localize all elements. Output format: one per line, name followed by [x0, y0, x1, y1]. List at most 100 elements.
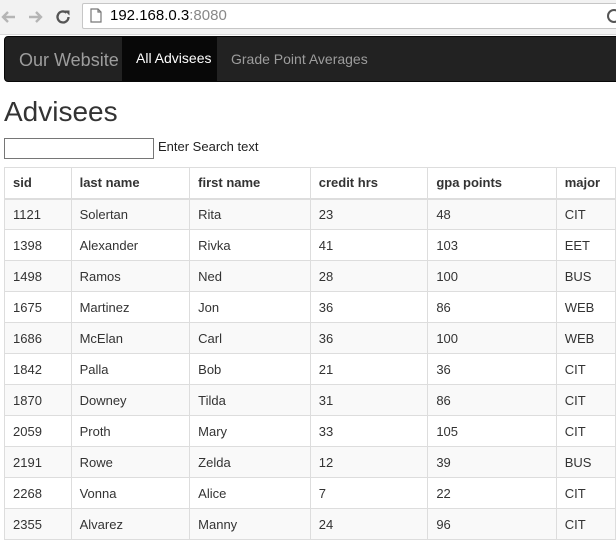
- cell-first-name: Manny: [189, 508, 311, 540]
- cell-credit-hrs: 36: [309, 291, 429, 323]
- search-label: Enter Search text: [158, 139, 259, 154]
- cell-first-name: Tilda: [189, 384, 311, 416]
- cell-gpa-points: 39: [427, 446, 557, 478]
- cell-major: CIT: [555, 508, 616, 540]
- cell-last-name: Alvarez: [70, 508, 191, 540]
- url-host: 192.168.0.3: [110, 7, 190, 24]
- reload-button[interactable]: [52, 6, 74, 28]
- cell-first-name: Jon: [189, 291, 311, 323]
- cell-sid: 1842: [4, 353, 72, 385]
- cell-credit-hrs: 12: [309, 446, 429, 478]
- cell-major: BUS: [555, 446, 616, 478]
- cell-sid: 1121: [4, 198, 72, 230]
- nav-item-label: All Advisees: [136, 50, 212, 66]
- cell-credit-hrs: 24: [309, 508, 429, 540]
- back-button[interactable]: [0, 6, 20, 28]
- cell-major: CIT: [555, 477, 616, 509]
- cell-credit-hrs: 28: [309, 260, 429, 292]
- navbar-brand[interactable]: Our Website: [19, 50, 119, 71]
- cell-last-name: Solertan: [70, 198, 191, 230]
- cell-sid: 2059: [4, 415, 72, 447]
- cell-gpa-points: 86: [427, 291, 557, 323]
- url-port: :8080: [189, 7, 227, 24]
- forward-arrow-icon: [29, 11, 43, 23]
- cell-major: WEB: [555, 291, 616, 323]
- table-row: 1498 Ramos Ned 28 100 BUS: [4, 260, 616, 292]
- cell-sid: 2355: [4, 508, 72, 540]
- page-icon: [90, 8, 102, 23]
- cell-first-name: Alice: [189, 477, 311, 509]
- cell-first-name: Rita: [189, 198, 311, 230]
- cell-sid: 1686: [4, 322, 72, 354]
- cell-credit-hrs: 23: [309, 198, 429, 230]
- cell-last-name: Rowe: [70, 446, 191, 478]
- nav-item-all-advisees[interactable]: All Advisees: [122, 36, 217, 82]
- reload-icon: [56, 10, 70, 24]
- cell-first-name: Rivka: [189, 229, 311, 261]
- nav-item-grade-point-averages[interactable]: Grade Point Averages: [231, 51, 368, 67]
- table-row: 1842 Palla Bob 21 36 CIT: [4, 353, 616, 385]
- cell-last-name: Proth: [70, 415, 191, 447]
- cell-last-name: Downey: [70, 384, 191, 416]
- table-row: 2268 Vonna Alice 7 22 CIT: [4, 477, 616, 509]
- cell-gpa-points: 22: [427, 477, 557, 509]
- cell-sid: 2268: [4, 477, 72, 509]
- table-row: 1686 McElan Carl 36 100 WEB: [4, 322, 616, 354]
- cell-gpa-points: 100: [427, 322, 557, 354]
- table-header-row: sid last name first name credit hrs gpa …: [4, 167, 616, 200]
- menu-icon[interactable]: [606, 8, 616, 24]
- cell-last-name: Alexander: [70, 229, 191, 261]
- cell-sid: 1675: [4, 291, 72, 323]
- table-row: 1398 Alexander Rivka 41 103 EET: [4, 229, 616, 261]
- cell-last-name: Palla: [70, 353, 191, 385]
- back-arrow-icon: [1, 11, 15, 23]
- cell-major: CIT: [555, 415, 616, 447]
- cell-last-name: McElan: [70, 322, 191, 354]
- cell-last-name: Ramos: [70, 260, 191, 292]
- url-text: 192.168.0.3:8080: [110, 7, 227, 24]
- cell-credit-hrs: 31: [309, 384, 429, 416]
- cell-credit-hrs: 41: [309, 229, 429, 261]
- column-header-last-name[interactable]: last name: [70, 167, 191, 200]
- site-navbar: Our Website All Advisees Grade Point Ave…: [4, 36, 616, 82]
- cell-gpa-points: 48: [427, 198, 557, 230]
- cell-gpa-points: 86: [427, 384, 557, 416]
- cell-first-name: Carl: [189, 322, 311, 354]
- cell-sid: 1398: [4, 229, 72, 261]
- cell-sid: 1498: [4, 260, 72, 292]
- column-header-sid[interactable]: sid: [4, 167, 72, 200]
- table-row: 2059 Proth Mary 33 105 CIT: [4, 415, 616, 447]
- cell-major: WEB: [555, 322, 616, 354]
- table-row: 1870 Downey Tilda 31 86 CIT: [4, 384, 616, 416]
- cell-first-name: Mary: [189, 415, 311, 447]
- advisees-table: sid last name first name credit hrs gpa …: [4, 167, 616, 540]
- cell-last-name: Vonna: [70, 477, 191, 509]
- address-bar[interactable]: 192.168.0.3:8080: [82, 3, 616, 29]
- cell-major: EET: [555, 229, 616, 261]
- column-header-first-name[interactable]: first name: [189, 167, 311, 200]
- table-row: 2355 Alvarez Manny 24 96 CIT: [4, 508, 616, 540]
- cell-sid: 1870: [4, 384, 72, 416]
- table-row: 1675 Martinez Jon 36 86 WEB: [4, 291, 616, 323]
- page-title: Advisees: [4, 96, 118, 127]
- table-row: 1121 Solertan Rita 23 48 CIT: [4, 198, 616, 230]
- cell-credit-hrs: 33: [309, 415, 429, 447]
- cell-last-name: Martinez: [70, 291, 191, 323]
- cell-first-name: Ned: [189, 260, 311, 292]
- cell-gpa-points: 100: [427, 260, 557, 292]
- table-row: 2191 Rowe Zelda 12 39 BUS: [4, 446, 616, 478]
- column-header-credit-hrs[interactable]: credit hrs: [309, 167, 429, 200]
- cell-gpa-points: 36: [427, 353, 557, 385]
- column-header-gpa-points[interactable]: gpa points: [427, 167, 557, 200]
- cell-credit-hrs: 21: [309, 353, 429, 385]
- cell-major: CIT: [555, 384, 616, 416]
- cell-sid: 2191: [4, 446, 72, 478]
- cell-gpa-points: 105: [427, 415, 557, 447]
- search-input[interactable]: [4, 138, 154, 159]
- column-header-major[interactable]: major: [555, 167, 616, 200]
- cell-major: CIT: [555, 198, 616, 230]
- cell-credit-hrs: 7: [309, 477, 429, 509]
- browser-toolbar: 192.168.0.3:8080: [0, 0, 616, 35]
- cell-first-name: Bob: [189, 353, 311, 385]
- forward-button[interactable]: [24, 6, 46, 28]
